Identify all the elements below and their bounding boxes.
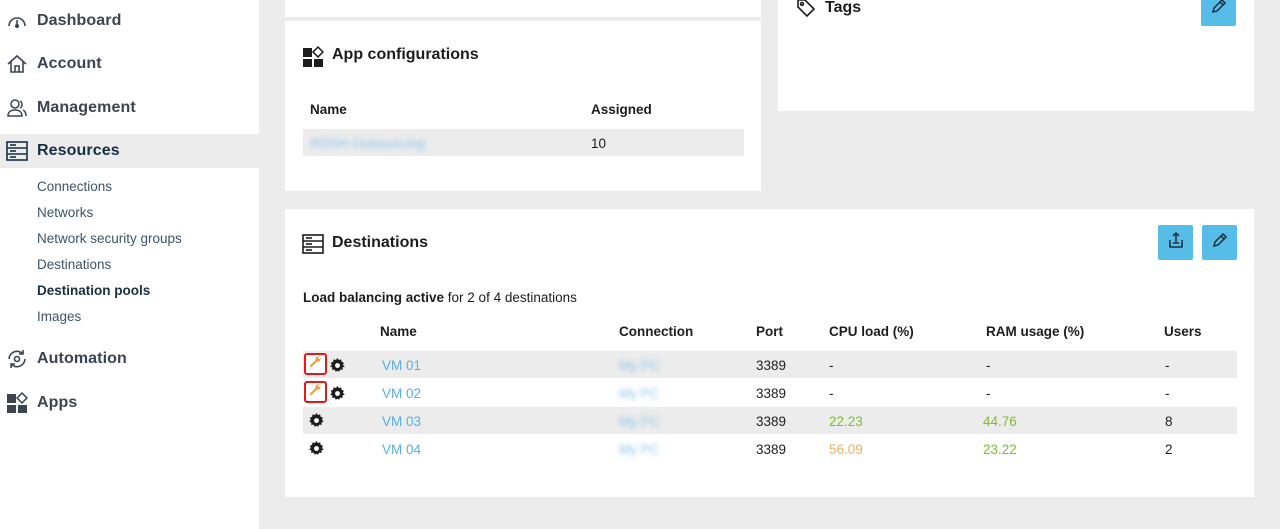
automation-icon (6, 348, 28, 370)
destination-name-link[interactable]: VM 04 (382, 442, 421, 457)
column-header-assigned: Assigned (591, 102, 652, 117)
load-balancing-detail: for 2 of 4 destinations (444, 290, 577, 305)
sidebar-item-dashboard[interactable]: Dashboard (0, 4, 259, 38)
app-config-name-link[interactable]: RDSH Outsourcing (310, 136, 425, 151)
ram-usage-value: 23.22 (983, 442, 1017, 457)
port-value: 3389 (756, 386, 787, 401)
server-icon (302, 233, 324, 255)
sidebar-subitem-destination-pools[interactable]: Destination pools (37, 283, 150, 298)
connection-link[interactable]: My PC (619, 414, 660, 429)
sidebar-item-label: Apps (37, 394, 78, 411)
cpu-load-value: 56.09 (829, 442, 863, 457)
sidebar-item-label: Automation (37, 350, 127, 367)
cpu-load-value: - (829, 386, 834, 401)
users-value: 2 (1165, 442, 1173, 457)
load-balancing-status: Load balancing active for 2 of 4 destina… (303, 290, 577, 305)
column-header-port: Port (756, 324, 783, 339)
sidebar-item-apps[interactable]: Apps (0, 386, 259, 420)
gear-icon[interactable] (308, 412, 324, 428)
pencil-icon (1211, 231, 1229, 254)
server-icon (6, 140, 28, 162)
column-header-name: Name (310, 102, 347, 117)
sidebar-item-label: Resources (37, 142, 120, 159)
destination-name-link[interactable]: VM 03 (382, 414, 421, 429)
port-value: 3389 (756, 442, 787, 457)
sidebar-subitem-images[interactable]: Images (37, 309, 81, 324)
maintenance-indicator[interactable] (304, 381, 327, 403)
edit-destinations-button[interactable] (1202, 225, 1237, 260)
sidebar-subitem-connections[interactable]: Connections (37, 179, 112, 194)
sidebar-subitem-networks[interactable]: Networks (37, 205, 93, 220)
users-value: - (1165, 358, 1170, 373)
gear-icon[interactable] (329, 357, 345, 373)
ram-usage-value: 44.76 (983, 414, 1017, 429)
column-header-users: Users (1164, 324, 1202, 339)
destinations-title: Destinations (332, 234, 429, 251)
sidebar: Dashboard Account Management Resources C… (0, 0, 259, 529)
card-stub (285, 0, 761, 17)
maintenance-indicator[interactable] (304, 353, 327, 375)
column-header-cpu-load: CPU load (%) (829, 324, 914, 339)
app-config-assigned-value: 10 (591, 136, 607, 151)
sidebar-item-resources[interactable]: Resources (0, 134, 259, 168)
destination-name-link[interactable]: VM 02 (382, 386, 421, 401)
sidebar-item-management[interactable]: Management (0, 91, 259, 125)
app-configurations-card: App configurations Name Assigned RDSH Ou… (285, 21, 761, 191)
sidebar-item-label: Account (37, 55, 102, 72)
sidebar-item-label: Dashboard (37, 12, 122, 29)
apps-icon (6, 392, 28, 414)
users-value: - (1165, 386, 1170, 401)
connection-link[interactable]: My PC (619, 358, 660, 373)
sidebar-subitem-destinations[interactable]: Destinations (37, 257, 111, 272)
sidebar-item-automation[interactable]: Automation (0, 342, 259, 376)
tags-card: Tags (778, 0, 1254, 111)
pencil-icon (1210, 0, 1228, 20)
tag-icon (796, 0, 816, 18)
cpu-load-value: 22.23 (829, 414, 863, 429)
apps-icon (302, 45, 325, 68)
home-icon (6, 53, 28, 75)
export-button[interactable] (1158, 225, 1193, 260)
gear-icon[interactable] (308, 440, 324, 456)
ram-usage-value: - (986, 358, 991, 373)
gear-icon[interactable] (329, 385, 345, 401)
users-value: 8 (1165, 414, 1173, 429)
export-icon (1167, 231, 1185, 254)
sidebar-item-account[interactable]: Account (0, 47, 259, 81)
load-balancing-label: Load balancing active (303, 290, 445, 305)
wrench-icon (309, 355, 322, 373)
connection-link[interactable]: My PC (619, 386, 660, 401)
destinations-card: Destinations Load balancing active for 2… (285, 209, 1254, 497)
cpu-load-value: - (829, 358, 834, 373)
column-header-ram-usage: RAM usage (%) (986, 324, 1085, 339)
port-value: 3389 (756, 358, 787, 373)
ram-usage-value: - (986, 386, 991, 401)
wrench-icon (309, 383, 322, 401)
tags-title: Tags (825, 0, 862, 16)
port-value: 3389 (756, 414, 787, 429)
sidebar-subitem-network-security-groups[interactable]: Network security groups (37, 231, 182, 246)
gauge-icon (6, 10, 28, 32)
sidebar-item-label: Management (37, 99, 136, 116)
connection-link[interactable]: My PC (619, 442, 660, 457)
users-icon (6, 97, 28, 119)
edit-tags-button[interactable] (1201, 0, 1236, 26)
destination-name-link[interactable]: VM 01 (382, 358, 421, 373)
column-header-name: Name (380, 324, 417, 339)
column-header-connection: Connection (619, 324, 694, 339)
app-configurations-title: App configurations (332, 46, 479, 63)
